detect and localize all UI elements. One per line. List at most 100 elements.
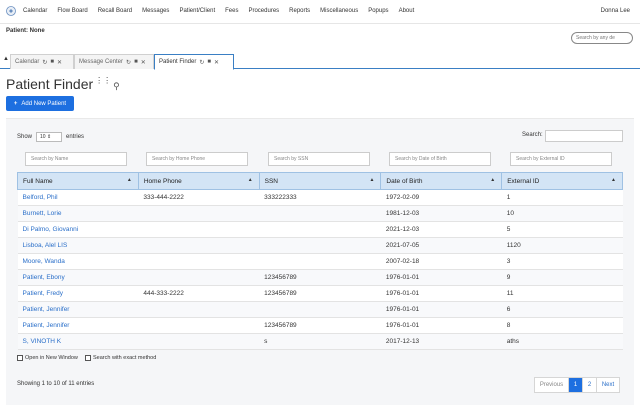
user-menu[interactable]: Donna Lee xyxy=(601,8,630,14)
table-row[interactable]: S, VINOTH K s 2017-12-13 aths xyxy=(17,333,623,350)
cell-ssn: s xyxy=(259,333,381,350)
cell-external-id: aths xyxy=(501,333,623,350)
add-new-patient-label: Add New Patient xyxy=(21,100,67,107)
col-full-name[interactable]: Full Name ▲ xyxy=(17,172,139,190)
menu-recall-board[interactable]: Recall Board xyxy=(98,8,132,14)
pagination-page-2[interactable]: 2 xyxy=(583,378,597,392)
cell-ssn: 123456789 xyxy=(259,285,381,302)
cell-dob: 1976-01-01 xyxy=(380,285,502,302)
menu-messages[interactable]: Messages xyxy=(142,8,169,14)
close-icon[interactable]: ✕ xyxy=(141,59,146,66)
cell-dob: 1972-02-09 xyxy=(380,189,502,206)
lock-icon[interactable]: ■ xyxy=(207,59,211,65)
cell-full-name[interactable]: Moore, Wanda xyxy=(17,253,139,270)
refresh-icon[interactable]: ↻ xyxy=(42,59,47,66)
app-logo-icon[interactable] xyxy=(6,6,16,16)
pagination-next[interactable]: Next xyxy=(597,378,619,392)
menu-patient-client[interactable]: Patient/Client xyxy=(179,8,215,14)
menu-flow-board[interactable]: Flow Board xyxy=(57,8,87,14)
menu-calendar[interactable]: Calendar xyxy=(23,8,47,14)
filter-external-id-input[interactable]: Search by External ID xyxy=(510,152,612,166)
page-length-select[interactable]: 10 ⇕ xyxy=(36,132,63,142)
table-row[interactable]: Lisboa, Alel LIS 2021-07-05 1120 xyxy=(17,237,623,254)
patient-search-input[interactable]: Search by any de xyxy=(571,32,633,44)
cell-home-phone: 333-444-2222 xyxy=(138,189,260,206)
tab-calendar[interactable]: Calendar ↻ ■ ✕ xyxy=(10,54,74,69)
cell-external-id: 1 xyxy=(501,189,623,206)
tab-message-center-label: Message Center xyxy=(79,59,124,65)
cell-dob: 1981-12-03 xyxy=(380,205,502,222)
collapse-icon[interactable]: ▲ xyxy=(3,56,9,62)
col-date-of-birth[interactable]: Date of Birth ▲ xyxy=(380,172,503,190)
top-navbar: Calendar Flow Board Recall Board Message… xyxy=(0,0,640,24)
cell-dob: 2007-02-18 xyxy=(380,253,502,270)
col-external-id[interactable]: External ID ▲ xyxy=(501,172,623,190)
refresh-icon[interactable]: ↻ xyxy=(126,59,131,66)
sort-asc-icon: ▲ xyxy=(126,177,132,183)
cell-full-name[interactable]: Patient, Fredy xyxy=(17,285,139,302)
sort-icon: ▲ xyxy=(490,177,496,183)
open-new-window-label: Open in New Window xyxy=(25,355,78,361)
lock-icon[interactable]: ■ xyxy=(50,59,54,65)
table-row[interactable]: Patient, Jennifer 1976-01-01 6 xyxy=(17,301,623,318)
filter-name-input[interactable]: Search by Name xyxy=(25,152,127,166)
cell-ssn xyxy=(259,301,381,318)
cell-home-phone: 444-333-2222 xyxy=(138,285,260,302)
tab-calendar-label: Calendar xyxy=(15,59,40,65)
col-home-phone[interactable]: Home Phone ▲ xyxy=(137,172,260,190)
table-row[interactable]: Belford, Phil 333-444-2222 333222333 197… xyxy=(17,189,623,206)
pagination-page-1[interactable]: 1 xyxy=(569,378,583,392)
open-new-window-checkbox[interactable] xyxy=(17,355,23,361)
tab-message-center[interactable]: Message Center ↻ ■ ✕ xyxy=(74,54,154,69)
add-new-patient-button[interactable]: + Add New Patient xyxy=(6,96,74,111)
col-ssn-label: SSN xyxy=(264,177,279,185)
col-ssn[interactable]: SSN ▲ xyxy=(258,172,382,190)
cell-full-name[interactable]: Burnett, Lorie xyxy=(17,205,139,222)
exact-method-label: Search with exact method xyxy=(93,355,157,361)
cell-full-name[interactable]: Patient, Jennifer xyxy=(17,301,139,318)
pagination-previous[interactable]: Previous xyxy=(535,378,569,392)
cell-external-id: 8 xyxy=(501,317,623,334)
main-menu: Calendar Flow Board Recall Board Message… xyxy=(23,8,424,14)
menu-fees[interactable]: Fees xyxy=(225,8,238,14)
drag-handle-icon[interactable]: ⋮⋮ xyxy=(95,76,111,85)
menu-about[interactable]: About xyxy=(399,8,415,14)
open-new-window-option[interactable]: Open in New Window xyxy=(17,355,78,361)
patient-table: Full Name ▲ Home Phone ▲ SSN ▲ Date of Birt… xyxy=(17,172,623,350)
cell-dob: 2017-12-13 xyxy=(380,333,502,350)
menu-procedures[interactable]: Procedures xyxy=(248,8,279,14)
menu-reports[interactable]: Reports xyxy=(289,8,310,14)
cell-external-id: 3 xyxy=(501,253,623,270)
exact-method-checkbox[interactable] xyxy=(85,355,91,361)
page-length-value: 10 xyxy=(40,134,46,140)
filter-dob-input[interactable]: Search by Date of Birth xyxy=(389,152,491,166)
menu-miscellaneous[interactable]: Miscellaneous xyxy=(320,8,358,14)
page-title: Patient Finder xyxy=(6,76,94,92)
table-row[interactable]: Burnett, Lorie 1981-12-03 10 xyxy=(17,205,623,222)
menu-popups[interactable]: Popups xyxy=(368,8,388,14)
table-row[interactable]: Patient, Fredy 444-333-2222 123456789 19… xyxy=(17,285,623,302)
cell-full-name[interactable]: Patient, Ebony xyxy=(17,269,139,286)
magnifier-icon[interactable]: ⚲ xyxy=(113,81,120,91)
sort-icon: ▲ xyxy=(611,177,616,183)
cell-full-name[interactable]: S, VINOTH K xyxy=(17,333,139,350)
table-row[interactable]: Patient, Ebony 123456789 1976-01-01 9 xyxy=(17,269,623,286)
cell-full-name[interactable]: Patient, Jennifer xyxy=(17,317,139,334)
cell-external-id: 5 xyxy=(501,221,623,238)
plus-icon: + xyxy=(13,100,18,107)
cell-full-name[interactable]: Belford, Phil xyxy=(17,189,139,206)
filter-home-phone-input[interactable]: Search by Home Phone xyxy=(146,152,248,166)
lock-icon[interactable]: ■ xyxy=(134,59,138,65)
table-row[interactable]: Di Palmo, Giovanni 2021-12-03 5 xyxy=(17,221,623,238)
tab-patient-finder[interactable]: Patient Finder ↻ ■ ✕ xyxy=(154,54,234,70)
cell-full-name[interactable]: Di Palmo, Giovanni xyxy=(17,221,139,238)
close-icon[interactable]: ✕ xyxy=(214,59,219,66)
filter-ssn-input[interactable]: Search by SSN xyxy=(268,152,370,166)
table-row[interactable]: Patient, Jennifer 123456789 1976-01-01 8 xyxy=(17,317,623,334)
exact-method-option[interactable]: Search with exact method xyxy=(85,355,156,361)
cell-full-name[interactable]: Lisboa, Alel LIS xyxy=(17,237,139,254)
refresh-icon[interactable]: ↻ xyxy=(199,59,204,66)
close-icon[interactable]: ✕ xyxy=(57,59,62,66)
table-row[interactable]: Moore, Wanda 2007-02-18 3 xyxy=(17,253,623,270)
global-search-input[interactable] xyxy=(545,130,623,142)
